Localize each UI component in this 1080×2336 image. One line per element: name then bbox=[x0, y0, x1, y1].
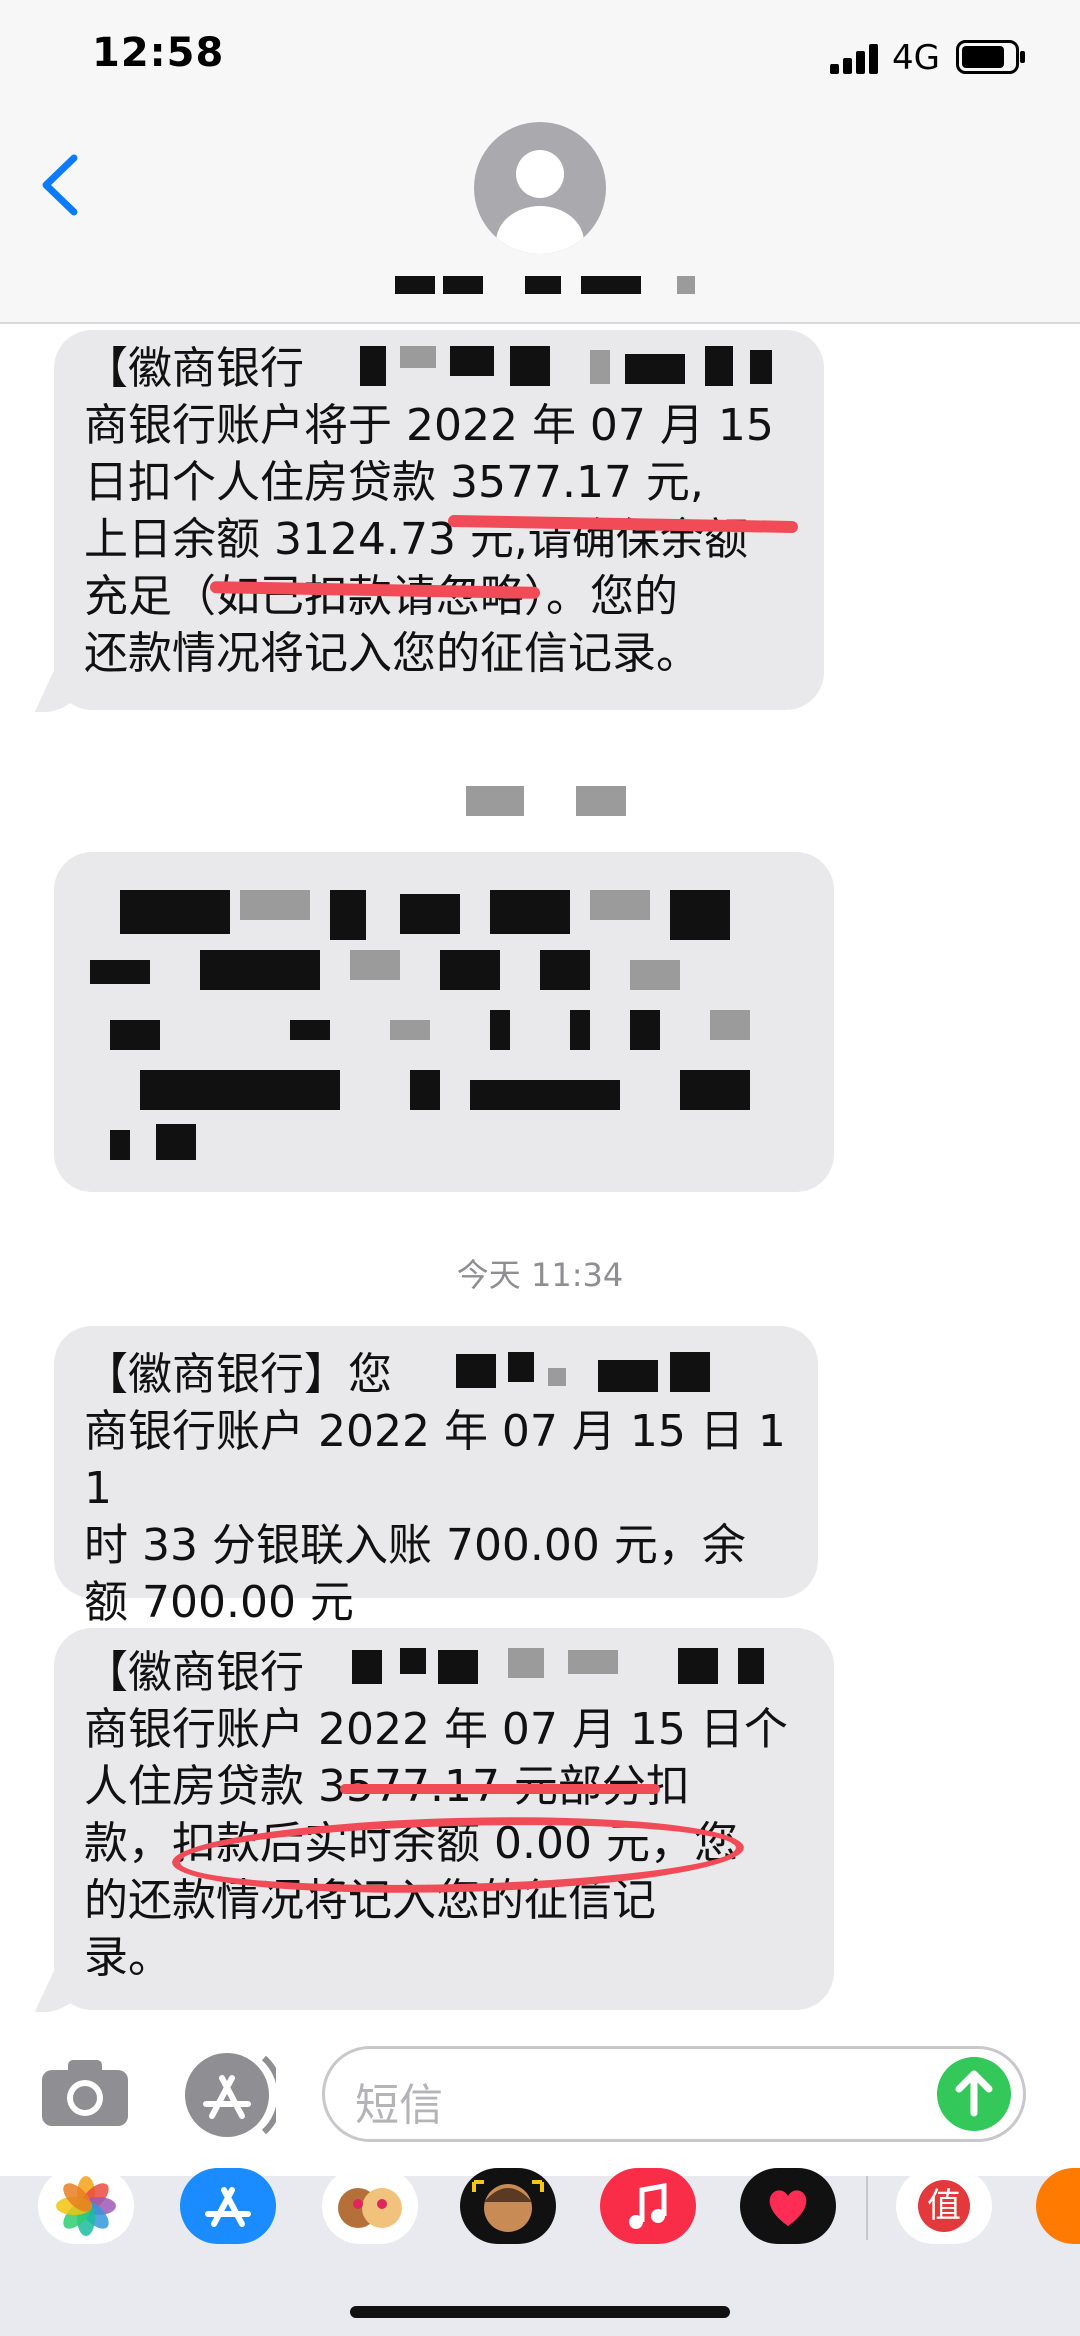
network-type: 4G bbox=[892, 38, 940, 78]
back-button[interactable] bbox=[36, 150, 86, 220]
appstore-button[interactable] bbox=[182, 2050, 276, 2140]
contact-name-redacted bbox=[395, 272, 695, 298]
home-indicator bbox=[350, 2306, 730, 2318]
memoji-icon[interactable] bbox=[322, 2168, 418, 2244]
timestamp-today: 今天 11:34 bbox=[456, 1256, 624, 1294]
message-input[interactable]: 短信 bbox=[322, 2046, 1026, 2142]
camera-button[interactable] bbox=[40, 2058, 130, 2128]
photos-icon[interactable] bbox=[38, 2168, 134, 2244]
message-line: 额 700.00 元 bbox=[84, 1577, 354, 1628]
animoji-icon[interactable] bbox=[460, 2168, 556, 2244]
contact-avatar[interactable] bbox=[474, 122, 606, 254]
redaction-mask bbox=[338, 1640, 778, 1690]
message-line: 商银行账户 2022 年 07 月 15 日 11 bbox=[84, 1406, 786, 1514]
strike-stroke bbox=[340, 1784, 660, 1794]
message-line: 商银行账户 2022 年 07 月 15 日个 bbox=[84, 1704, 788, 1755]
message-line: 录。 bbox=[84, 1932, 172, 1983]
redaction-mask bbox=[90, 880, 810, 1170]
appstore-icon[interactable] bbox=[180, 2168, 276, 2244]
app-drawer-divider bbox=[866, 2176, 868, 2240]
send-button[interactable] bbox=[937, 2057, 1011, 2131]
message-line: 商银行账户将于 2022 年 07 月 15 bbox=[84, 400, 774, 451]
music-icon[interactable] bbox=[600, 2168, 696, 2244]
status-time: 12:58 bbox=[92, 30, 225, 76]
signal-icon bbox=[830, 44, 878, 74]
redaction-mask bbox=[340, 340, 780, 390]
message-line: 时 33 分银联入账 700.00 元，余 bbox=[84, 1520, 746, 1571]
zhi-app-icon[interactable]: 值 bbox=[896, 2168, 992, 2244]
zhi-app-label: 值 bbox=[918, 2180, 970, 2232]
message-input-placeholder: 短信 bbox=[355, 2080, 443, 2131]
person-icon bbox=[496, 150, 584, 254]
battery-icon bbox=[956, 40, 1025, 74]
timestamp-redacted bbox=[466, 782, 626, 818]
digital-touch-icon[interactable] bbox=[740, 2168, 836, 2244]
redaction-mask bbox=[448, 1346, 718, 1396]
status-bar: 12:58 4G bbox=[0, 0, 1080, 120]
arrow-up-icon bbox=[955, 2070, 993, 2117]
message-line: 日扣个人住房贷款 3577.17 元, bbox=[84, 457, 704, 508]
message-line: 还款情况将记入您的征信记录。 bbox=[84, 628, 700, 679]
